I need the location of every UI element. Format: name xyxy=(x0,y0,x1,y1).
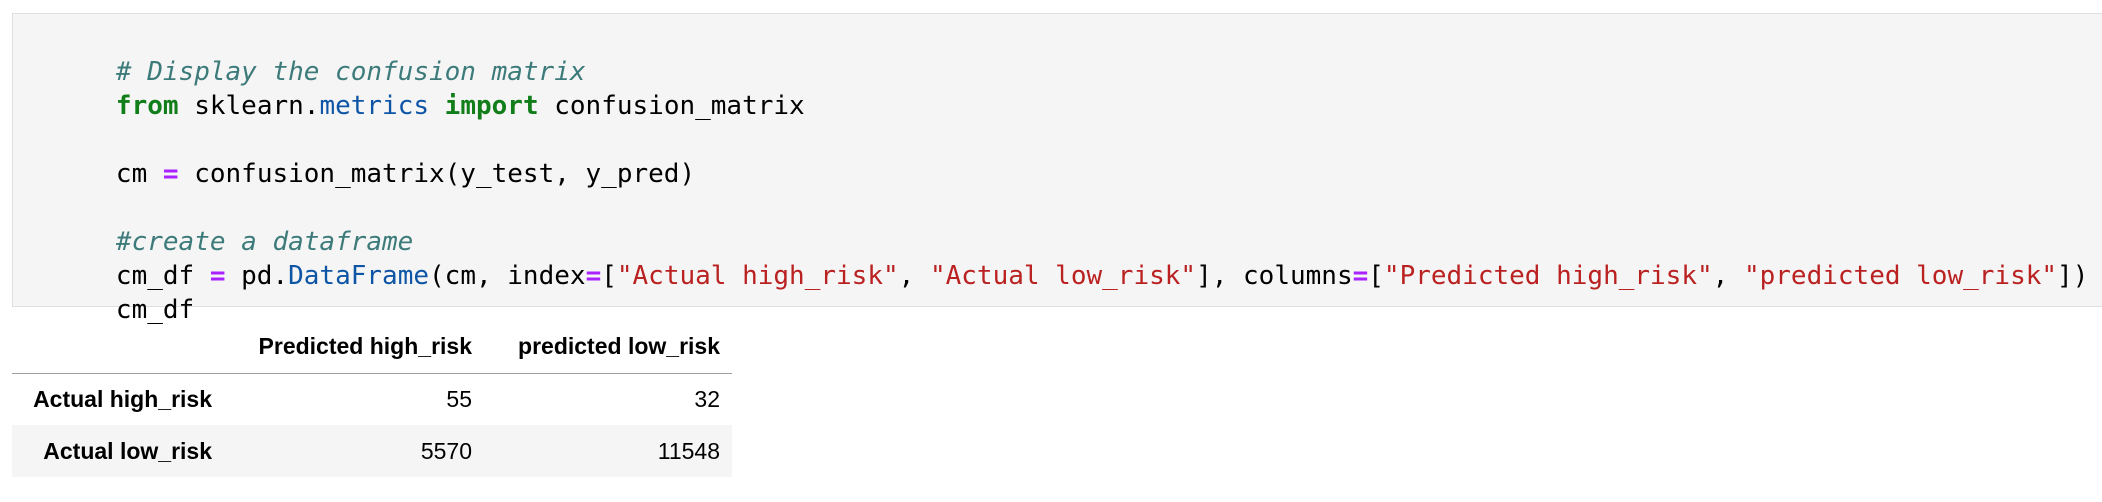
code-cell-input[interactable]: # Display the confusion matrix from skle… xyxy=(12,13,2102,325)
code-line-6: #create a dataframe xyxy=(22,191,413,257)
table-cell: 55 xyxy=(446,385,472,412)
code-token: "Actual high_risk" xyxy=(616,261,899,291)
code-token: ], columns xyxy=(1196,261,1353,291)
table-header-row: Predicted high_risk predicted low_risk xyxy=(12,321,732,374)
code-token: ]) xyxy=(2057,261,2089,291)
index-header xyxy=(12,321,224,374)
code-line-7: cm_df = pd.DataFrame(cm, index=["Actual … xyxy=(22,225,2088,291)
table-cell: 11548 xyxy=(657,437,720,464)
code-token: pd. xyxy=(225,261,289,291)
notebook: # Display the confusion matrix from skle… xyxy=(0,0,2102,502)
code-token: = xyxy=(1352,261,1369,291)
code-token: = xyxy=(162,159,179,189)
code-token: metrics xyxy=(319,91,430,121)
code-token: DataFrame xyxy=(288,261,430,291)
table-cell: 32 xyxy=(694,385,720,412)
code-token: sklearn. xyxy=(178,91,320,121)
code-line-4: cm = confusion_matrix(y_test, y_pred) xyxy=(22,123,695,189)
code-token: from xyxy=(115,91,179,121)
table-cell: 5570 xyxy=(420,437,472,464)
code-line-2: from sklearn.metrics import confusion_ma… xyxy=(22,55,805,121)
column-header-predicted-low-risk: predicted low_risk xyxy=(484,321,732,374)
code-token: cm xyxy=(115,159,163,189)
table-row: Actual low_risk 5570 11548 xyxy=(12,425,732,477)
code-token: = xyxy=(209,261,226,291)
code-token: import xyxy=(444,91,539,121)
code-token: , xyxy=(1712,261,1744,291)
code-token: [ xyxy=(601,261,617,291)
code-token: "predicted low_risk" xyxy=(1743,261,2058,291)
column-header-predicted-high-risk: Predicted high_risk xyxy=(224,321,484,374)
code-token: [ xyxy=(1368,261,1384,291)
code-token: "Predicted high_risk" xyxy=(1383,261,1713,291)
code-token: confusion_matrix xyxy=(538,91,805,121)
dataframe-output-table: Predicted high_risk predicted low_risk A… xyxy=(12,321,732,477)
code-token: "Actual low_risk" xyxy=(929,261,1197,291)
code-token: , xyxy=(898,261,930,291)
code-line-1: # Display the confusion matrix xyxy=(22,21,586,87)
code-token: confusion_matrix(y_test, y_pred) xyxy=(178,159,696,189)
code-line-8: cm_df xyxy=(22,259,194,325)
row-index-label: Actual low_risk xyxy=(43,437,212,464)
row-index-label: Actual high_risk xyxy=(33,385,212,412)
code-token: = xyxy=(585,261,602,291)
table-row: Actual high_risk 55 32 xyxy=(12,373,732,425)
code-token: (cm, index xyxy=(429,261,586,291)
